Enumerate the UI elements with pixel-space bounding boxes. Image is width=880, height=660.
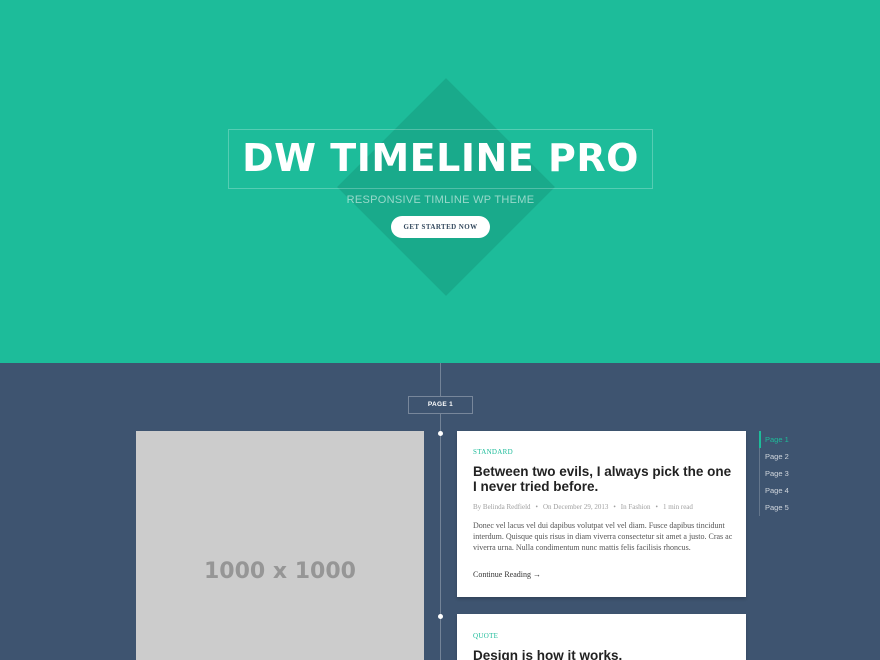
post-read-time: 1 min read: [662, 503, 693, 511]
page-nav-item-4[interactable]: Page 4: [759, 482, 839, 499]
page-nav-item-3[interactable]: Page 3: [759, 465, 839, 482]
page-nav-item-5[interactable]: Page 5: [759, 499, 839, 516]
page-nav-item-2[interactable]: Page 2: [759, 448, 839, 465]
continue-reading-link[interactable]: Continue Reading →: [473, 570, 541, 579]
post-card: STANDARD Between two evils, I always pic…: [457, 431, 746, 597]
timeline-dot: [438, 431, 443, 436]
post-image-placeholder[interactable]: 1000 x 1000: [136, 431, 424, 660]
hero-banner: DW TIMELINE PRO RESPONSIVE TIMLINE WP TH…: [0, 0, 880, 363]
post-date[interactable]: On December 29, 2013: [543, 503, 608, 511]
hero-title: DW TIMELINE PRO: [242, 136, 639, 180]
page-badge: PAGE 1: [408, 396, 473, 414]
post-title[interactable]: Between two evils, I always pick the one…: [473, 464, 735, 494]
post-card: QUOTE Design is how it works.: [457, 614, 746, 660]
page-nav-item-1[interactable]: Page 1: [759, 431, 839, 448]
placeholder-image-label: 1000 x 1000: [204, 559, 356, 584]
post-category-link[interactable]: QUOTE: [473, 632, 498, 640]
timeline-dot: [438, 614, 443, 619]
post-title[interactable]: Design is how it works.: [473, 648, 735, 660]
post-author[interactable]: By Belinda Redfield: [473, 503, 531, 511]
get-started-button[interactable]: GET STARTED NOW: [391, 216, 490, 238]
post-category-link[interactable]: STANDARD: [473, 448, 513, 456]
hero-subtitle: RESPONSIVE TIMLINE WP THEME: [346, 194, 535, 206]
post-excerpt: Donec vel lacus vel dui dapibus volutpat…: [473, 521, 733, 552]
post-meta: By Belinda Redfield • On December 29, 2013…: [473, 503, 693, 511]
page-navigation: Page 1 Page 2 Page 3 Page 4 Page 5: [759, 431, 839, 516]
post-meta-category[interactable]: In Fashion: [621, 503, 651, 511]
